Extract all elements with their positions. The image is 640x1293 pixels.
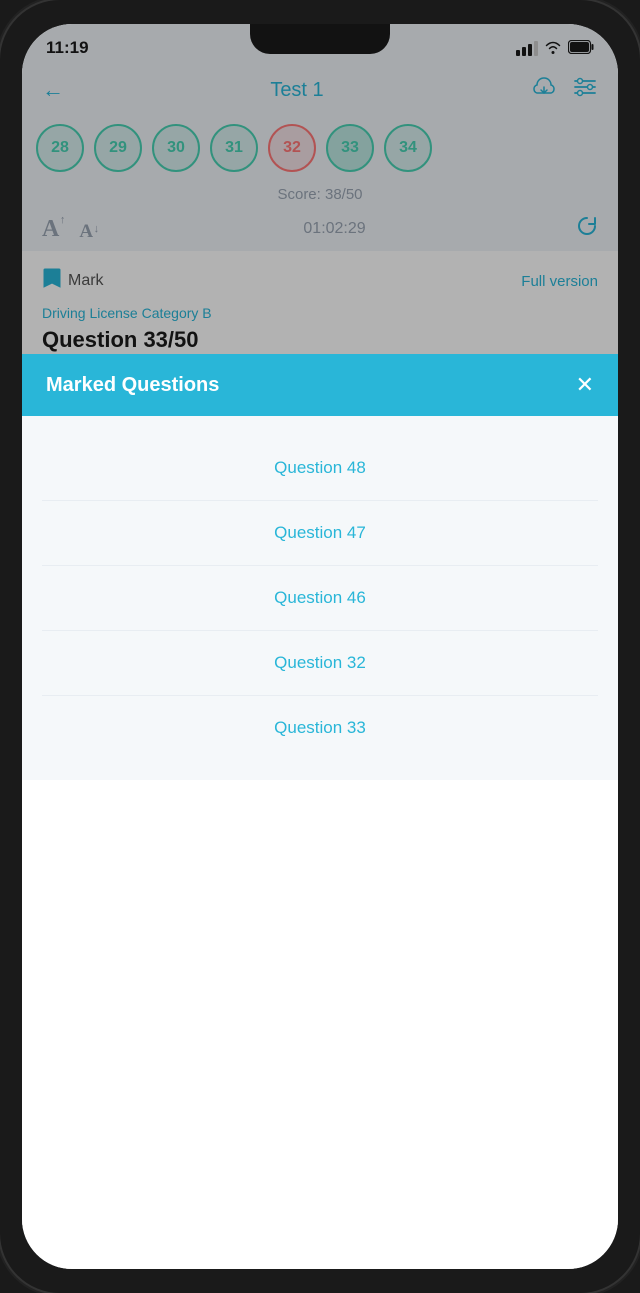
modal-body: Question 48 Question 47 Question 46 Ques… xyxy=(22,416,618,780)
marked-question-item-33[interactable]: Question 33 xyxy=(42,696,598,760)
modal-title: Marked Questions xyxy=(46,374,219,397)
phone-screen: 11:19 xyxy=(22,24,618,1269)
marked-question-item-48[interactable]: Question 48 xyxy=(42,436,598,501)
phone-frame: 11:19 xyxy=(0,0,640,1293)
marked-question-item-46[interactable]: Question 46 xyxy=(42,566,598,631)
modal-overlay: Marked Questions ✕ Question 48 Question … xyxy=(22,24,618,1269)
marked-question-item-32[interactable]: Question 32 xyxy=(42,631,598,696)
modal-close-button[interactable]: ✕ xyxy=(576,372,594,398)
marked-question-item-47[interactable]: Question 47 xyxy=(42,501,598,566)
modal-header: Marked Questions ✕ xyxy=(22,354,618,416)
modal-panel: Marked Questions ✕ Question 48 Question … xyxy=(22,354,618,1269)
